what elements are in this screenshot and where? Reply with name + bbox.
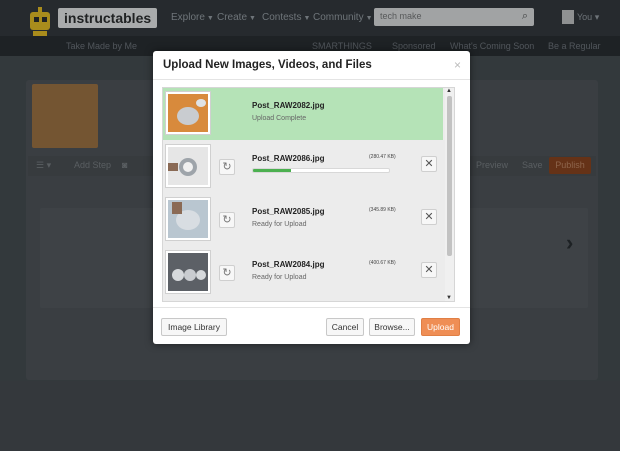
dialog-title: Upload New Images, Videos, and Files xyxy=(163,59,372,71)
browse-button[interactable]: Browse... xyxy=(369,318,415,336)
file-status: Ready for Upload xyxy=(252,274,307,281)
remove-file-button[interactable]: ✕ xyxy=(421,156,437,172)
file-size: (345.89 KB) xyxy=(369,207,396,213)
file-row: ↻ Post_RAW2086.jpg (280.47 KB) ✕ xyxy=(163,141,443,193)
file-status: Ready for Upload xyxy=(252,221,307,228)
upload-progress-bar xyxy=(252,168,390,173)
upload-dialog: Upload New Images, Videos, and Files × P… xyxy=(153,51,470,344)
scroll-down-icon[interactable]: ▼ xyxy=(446,295,452,301)
scroll-up-icon[interactable]: ▲ xyxy=(446,88,452,94)
file-name: Post_RAW2085.jpg xyxy=(252,207,325,216)
file-name: Post_RAW2082.jpg xyxy=(252,101,325,110)
file-row xyxy=(163,300,443,301)
divider xyxy=(153,307,470,308)
remove-file-button[interactable]: ✕ xyxy=(421,209,437,225)
rotate-icon[interactable]: ↻ xyxy=(219,159,235,175)
close-icon[interactable]: × xyxy=(454,58,461,72)
progress-fill xyxy=(253,169,292,172)
file-thumbnail xyxy=(165,144,211,188)
file-size: (400.67 KB) xyxy=(369,260,396,266)
file-row: Post_RAW2082.jpg Upload Complete xyxy=(163,88,443,140)
image-library-button[interactable]: Image Library xyxy=(161,318,227,336)
file-thumbnail xyxy=(165,91,211,135)
cancel-button[interactable]: Cancel xyxy=(326,318,364,336)
remove-file-button[interactable]: ✕ xyxy=(421,262,437,278)
rotate-icon[interactable]: ↻ xyxy=(219,265,235,281)
file-size: (280.47 KB) xyxy=(369,154,396,160)
scrollbar-thumb[interactable] xyxy=(447,96,452,256)
upload-button[interactable]: Upload xyxy=(421,318,460,336)
file-row: ↻ Post_RAW2085.jpg Ready for Upload (345… xyxy=(163,194,443,246)
rotate-icon[interactable]: ↻ xyxy=(219,212,235,228)
file-name: Post_RAW2086.jpg xyxy=(252,154,325,163)
file-row: ↻ Post_RAW2084.jpg Ready for Upload (400… xyxy=(163,247,443,299)
divider xyxy=(153,79,470,80)
scrollbar[interactable]: ▲ ▼ xyxy=(445,87,455,302)
file-thumbnail xyxy=(165,197,211,241)
file-name: Post_RAW2084.jpg xyxy=(252,260,325,269)
file-thumbnail xyxy=(165,250,211,294)
file-status: Upload Complete xyxy=(252,115,307,122)
file-list[interactable]: Post_RAW2082.jpg Upload Complete ↻ Post_… xyxy=(162,87,454,302)
